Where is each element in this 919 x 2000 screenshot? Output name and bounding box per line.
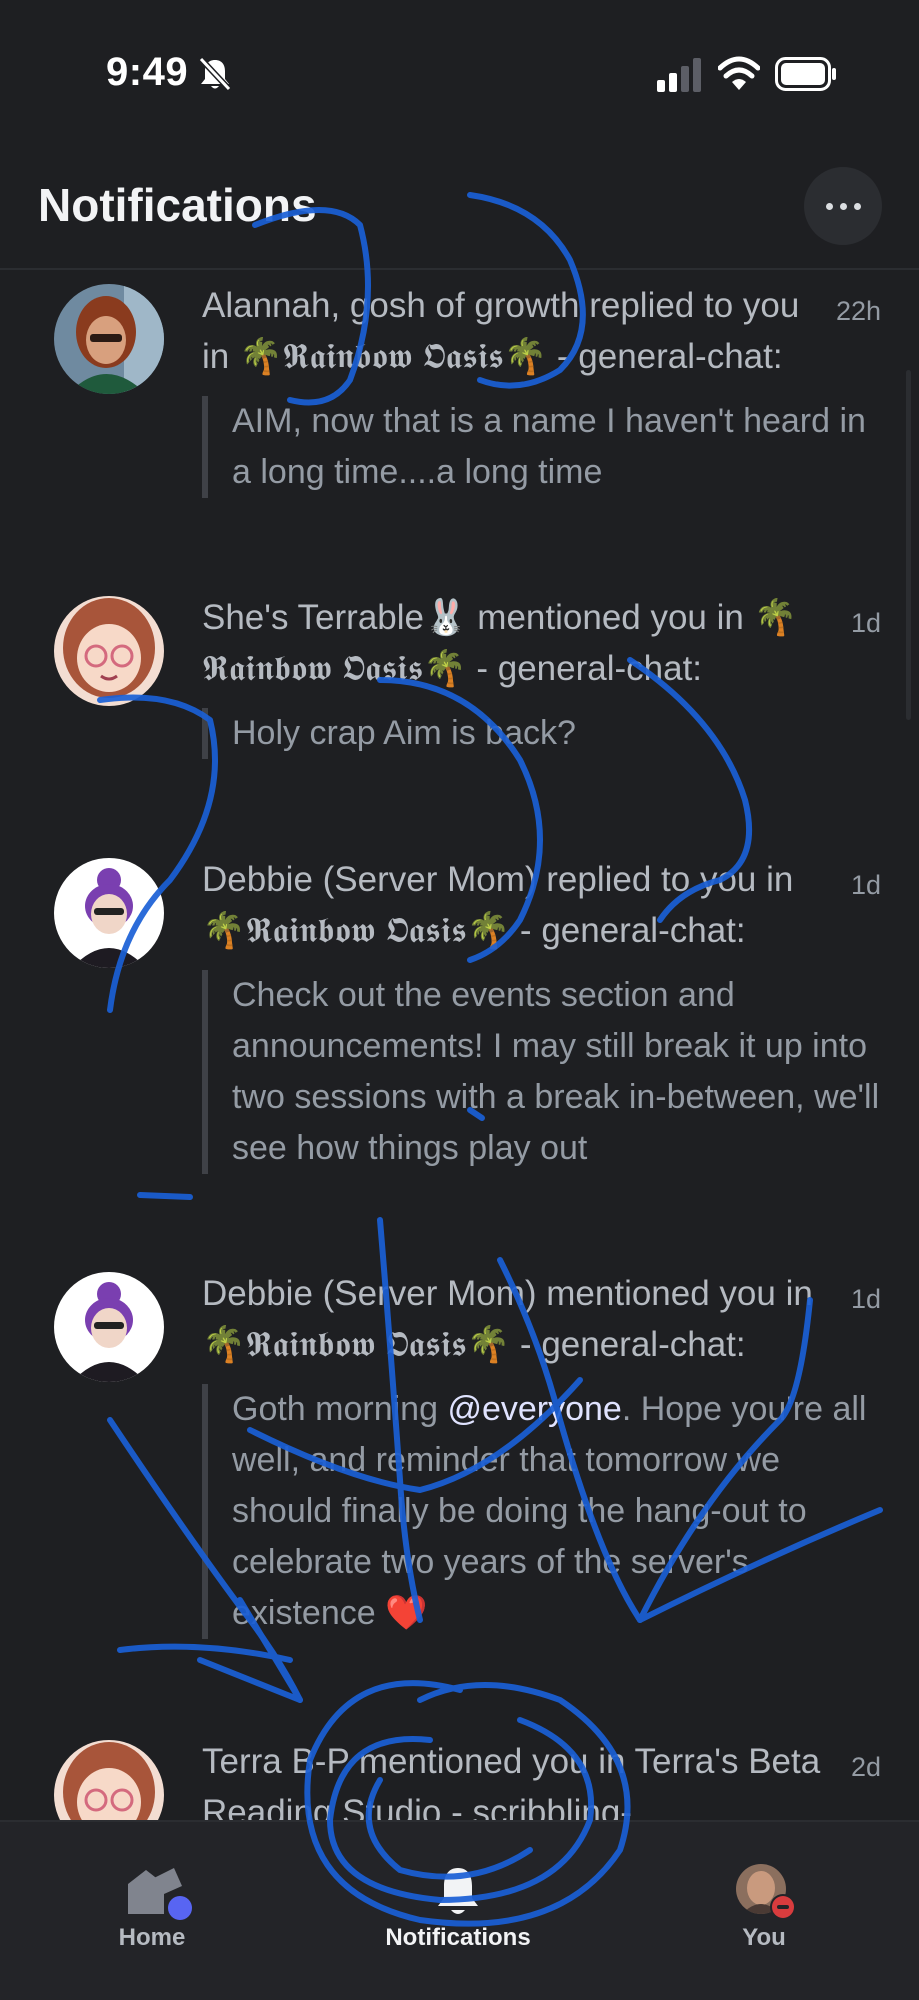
page-title: Notifications [38,179,317,231]
bell-icon [438,1868,478,1914]
more-options-button[interactable] [804,167,882,245]
notification-text: She's Terrable🐰 mentioned you in 🌴𝕽𝖆𝖎𝖓𝖇𝖔… [202,598,798,688]
nav-you[interactable]: You [664,1844,864,1954]
notification-text-block: Alannah, gosh of growth replied to you i… [202,280,866,498]
message-quote: Goth morning @everyone. Hope you're all … [202,1384,882,1639]
user-avatar[interactable] [54,1740,164,1820]
message-quote: Check out the events section and announc… [202,970,882,1174]
everyone-mention[interactable]: @everyone [447,1390,621,1428]
notification-time: 2d [850,1752,881,1782]
notification-text-block: She's Terrable🐰 mentioned you in 🌴𝕽𝖆𝖎𝖓𝖇𝖔… [202,592,822,759]
more-dot-icon [839,202,847,210]
nav-home[interactable]: Home [52,1844,252,1954]
nav-you-label: You [742,1924,786,1951]
battery-icon [775,57,836,91]
notification-item[interactable]: She's Terrable🐰 mentioned you in 🌴𝕽𝖆𝖎𝖓𝖇𝖔… [0,596,919,836]
quote-text: Goth morning [232,1390,448,1428]
notification-text-block: Terra B-P mentioned you in Terra's Beta … [202,1736,822,1820]
notification-item[interactable]: Debbie (Server Mom) mentioned you in 🌴𝕽𝖆… [0,1272,919,1692]
notification-time: 22h [835,296,881,326]
dnd-status-icon [770,1894,796,1920]
notification-text-block: Debbie (Server Mom) mentioned you in 🌴𝕽𝖆… [202,1268,866,1639]
user-avatar[interactable] [54,858,164,968]
notification-text: Debbie (Server Mom) replied to you in 🌴𝕽… [202,860,794,950]
nav-notifications-label: Notifications [385,1924,531,1951]
message-quote: AIM, now that is a name I haven't heard … [202,396,882,498]
notification-time: 1d [850,870,881,900]
scrollbar[interactable] [906,370,911,720]
notification-text: Debbie (Server Mom) mentioned you in 🌴𝕽𝖆… [202,1274,813,1364]
wifi-icon [718,56,760,90]
bell-slash-icon [198,56,232,92]
servers-icon [128,1868,192,1920]
notification-text: Alannah, gosh of growth replied to you i… [202,286,800,376]
bottom-nav: Home Notifications You [0,1820,919,2000]
notification-item[interactable]: Terra B-P mentioned you in Terra's Beta … [0,1740,919,1820]
status-time: 9:49 [106,50,189,94]
status-bar: 9:49 [0,0,919,150]
notifications-screen: 9:49 Notifications Alannah, gosh of grow… [0,0,919,2000]
message-quote: Holy crap Aim is back? [202,708,882,759]
nav-notifications[interactable]: Notifications [358,1844,558,1954]
heart-emoji: ❤️ [385,1594,428,1632]
more-dot-icon [853,202,861,210]
more-dot-icon [825,202,833,210]
notification-item[interactable]: Alannah, gosh of growth replied to you i… [0,284,919,574]
notification-item[interactable]: Debbie (Server Mom) replied to you in 🌴𝕽… [0,858,919,1238]
notification-time: 1d [850,608,881,638]
notification-time: 1d [850,1284,881,1314]
user-avatar[interactable] [54,596,164,706]
user-avatar[interactable] [54,1272,164,1382]
cellular-signal-icon [657,58,701,92]
notification-list[interactable]: Alannah, gosh of growth replied to you i… [0,270,919,1820]
notification-text-block: Debbie (Server Mom) replied to you in 🌴𝕽… [202,854,879,1174]
user-avatar[interactable] [54,284,164,394]
nav-home-label: Home [118,1924,186,1951]
notification-text: Terra B-P mentioned you in Terra's Beta … [202,1742,821,1820]
